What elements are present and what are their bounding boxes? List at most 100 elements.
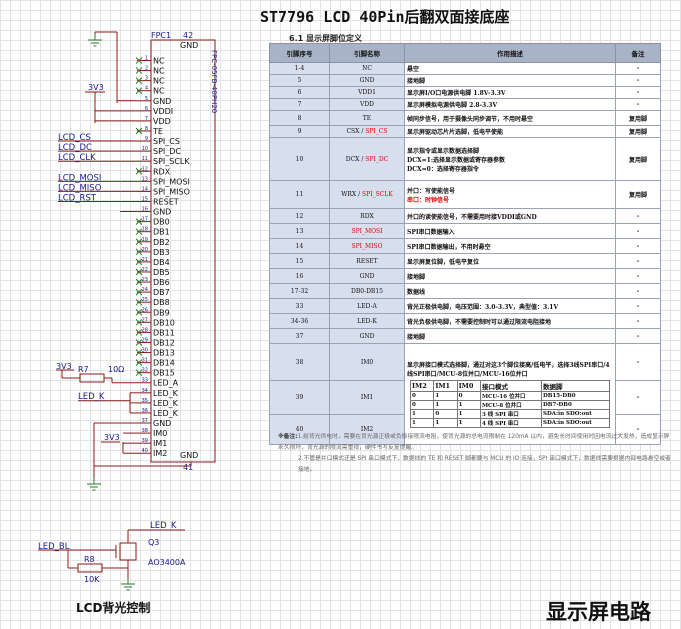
header-description: 作用描述 [404, 43, 616, 63]
pin-number-cell: 12 [269, 208, 330, 224]
pin-number-cell: 15 [269, 253, 330, 269]
table-row: 10 DCX / SPI_DC 显示指令或显示数据选择脚 DCX=1:选择显示数据或寄… [269, 137, 661, 181]
pin-name-text: DCX / [345, 155, 364, 163]
note-cell: - [615, 223, 661, 239]
q3-part: AO3400A [148, 558, 186, 567]
im-mode-cell: 0 [456, 390, 481, 401]
pin-name-text: SPI_MOSI [351, 227, 383, 235]
pin-number-label: 34 [142, 388, 148, 394]
pin-name-cell: IM1 [329, 380, 405, 415]
pin-number-label: 28 [142, 327, 148, 333]
im-mode-cell: 1 [409, 417, 435, 428]
description-line: 悬空 [407, 66, 420, 73]
pin-name-cell: GND [329, 268, 405, 284]
note-cell: - [615, 380, 661, 415]
pin-number-label: 26 [142, 307, 148, 313]
pin-number-cell: 5 [269, 74, 330, 87]
pin-number-label: 3 [145, 76, 148, 82]
pin-number-label: 5 [145, 96, 148, 102]
description-cell: 背光正极供电脚，电压范围：3.0-3.3V，典型值：3.1V [404, 298, 616, 314]
im-mode-cell: 1 [456, 417, 481, 428]
pin-name-cell: CSX / SPI_CS [329, 125, 405, 138]
description-line: 帧同步信号，用于摄像头同步调节，不用时悬空 [407, 115, 534, 123]
description-cell: 显示指令或显示数据选择脚 DCX=1:选择显示数据或寄存器参数 DCX=0：选择寄存… [404, 137, 616, 181]
pin-number-label: 12 [142, 166, 148, 172]
pin-number-cell: 14 [269, 238, 330, 254]
description-cell: 显示屏模拟电源供电脚 2.8-3.3V [404, 98, 616, 111]
pin-name-text: GND [359, 272, 375, 280]
pin-number-label: 16 [142, 207, 148, 213]
pin-number-label: 2 [145, 66, 148, 72]
pin-number-label: 11 [142, 156, 148, 162]
pin-number-cell: 37 [269, 328, 330, 344]
pin-name-label: NC [153, 87, 165, 96]
table-row: 12 RDX 并口的读使能信号，不需要用时接VDDI或GND - [269, 208, 661, 224]
pin-number-label: 33 [142, 378, 148, 384]
pin-number-label: 35 [142, 398, 148, 404]
pin-definition-table: 引脚序号 引脚名称 作用描述 备注 1-4 NC 悬空 -5 GND 接地脚 -6 VDD1 显… [269, 43, 661, 445]
table-row: 38 IM0 显示屏接口模式选择脚，通过对这3个脚位接高/低电平，选择3线SPI串口… [269, 343, 661, 445]
pin-name-text: TE [362, 114, 372, 122]
description-line: 背光负极供电脚，不需要控制时可以通过限流电阻接地 [407, 318, 552, 326]
pin-number-label: 10 [142, 146, 148, 152]
description-cell: 背光负极供电脚，不需要控制时可以通过限流电阻接地 [404, 313, 616, 329]
table-row: 16 GND 接地脚 - [269, 268, 661, 284]
im-mode-cell: 1 [409, 408, 435, 419]
pin-number-label: 19 [142, 237, 148, 243]
note-cell: - [615, 74, 661, 87]
note-cell: 复用脚 [615, 180, 661, 209]
pin-name-label: LED_K [153, 409, 179, 418]
im-mode-row: 0 1 1 MCU-8 位并口 DB7-DB0 [409, 399, 610, 410]
pin-name-label: IM2 [153, 449, 167, 458]
pin-name-text: GND [359, 332, 375, 340]
note-cell: 复用脚 [615, 125, 661, 138]
pin-name-cell: RESET [329, 253, 405, 269]
pin-number-label: 14 [142, 186, 148, 192]
pin-name-label: SPI_SCLK [153, 157, 190, 166]
pin-name-cell: VDD1 [329, 86, 405, 99]
pin-name-text: GND [359, 77, 375, 84]
pin-name-label: DB0 [153, 218, 170, 227]
pin-name-label: SPI_MISO [153, 187, 190, 196]
notes-block: ※备注:1.给背光供电时，需要在背光源正极或负极接限流电阻，使背光源的总电流限制… [278, 432, 673, 476]
pin-name-label: GND [153, 208, 171, 217]
table-row: 11 WRX / SPI_SCLK 并口：写使能信号 串口：时钟信号 复用脚 [269, 180, 661, 209]
pin-name-cell: GND [329, 74, 405, 87]
im-mode-header-cell: IM0 [456, 379, 481, 392]
im-description-text: 显示屏接口模式选择脚，通过对这3个脚位接高/低电平，选择3线SPI串口/4线SP… [407, 361, 610, 378]
pin-number-label: 15 [142, 196, 148, 202]
pin-name-text: VDD [360, 101, 374, 108]
pin-name-label: NC [153, 67, 165, 76]
pin-name-label: DB1 [153, 228, 170, 237]
pin-name-label: DB7 [153, 288, 170, 297]
description-line: 并口的读使能信号，不需要用时接VDDI或GND [407, 213, 537, 221]
header-note: 备注 [615, 43, 661, 63]
pin-name-label: DB5 [153, 268, 170, 277]
pin-name-text: IM0 [360, 358, 374, 366]
im-description-cell: 显示屏接口模式选择脚，通过对这3个脚位接高/低电平，选择3线SPI串口/4线SP… [404, 343, 616, 445]
description-cell: 显示屏驱动芯片片选脚，低电平使能 [404, 125, 616, 138]
pin-name-label: TE [152, 127, 163, 136]
im-mode-cell: 1 [433, 390, 458, 401]
description-line: 并口：写使能信号 [407, 187, 456, 195]
table-row: 1-4 NC 悬空 - [269, 62, 661, 75]
pin-name-label: SPI_CS [153, 137, 180, 146]
header-pin-name: 引脚名称 [329, 43, 405, 63]
note-cell: - [615, 98, 661, 111]
pin-name-text: LED-K [357, 317, 377, 325]
pin-number-label: 20 [142, 247, 148, 253]
note-cell: - [615, 238, 661, 254]
pin-number-label: 22 [142, 267, 148, 273]
pin-name-text: IM1 [360, 394, 374, 401]
im-mode-cell: 1 [433, 417, 458, 428]
ledk-net-label: LED_K [78, 392, 105, 402]
note-1-text: 1.给背光供电时，需要在背光源正极或负极接限流电阻，使背光源的总电流限制在 12… [278, 434, 670, 451]
q3-ref: Q3 [148, 538, 159, 547]
pin-number-label: 23 [142, 277, 148, 283]
v33-top-label: 3V3 [88, 83, 104, 92]
note-cell: 复用脚 [615, 110, 661, 126]
pin-name-text: DB0-DB15 [351, 287, 383, 295]
im-mode-header: IM2 IM1 IM0 接口模式 数据脚 [409, 379, 610, 392]
im-mode-row: 1114 线 SPI 串口 SDA:in SDO:out [409, 417, 610, 428]
table-row: 13 SPI_MOSI SPI串口数据输入 - [269, 223, 661, 239]
